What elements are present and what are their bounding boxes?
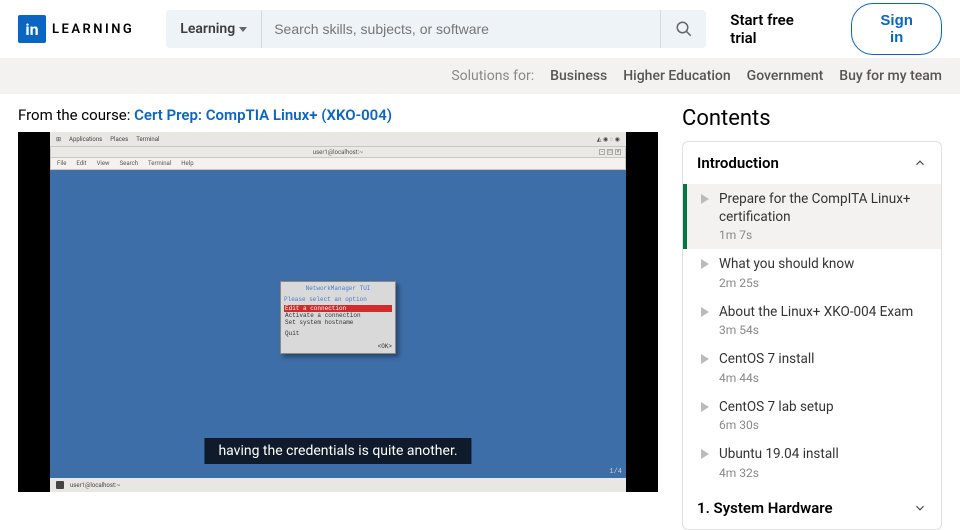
product-logo[interactable]: in LEARNING <box>18 15 134 43</box>
nmtui-ok: <OK> <box>284 343 392 350</box>
contents-heading: Contents <box>682 106 942 131</box>
lesson-item[interactable]: Prepare for the CompITA Linux+ certifica… <box>683 184 941 249</box>
term-menu-file: File <box>57 160 66 167</box>
play-icon <box>701 354 709 364</box>
logo-text: LEARNING <box>52 22 134 37</box>
nmtui-quit: Quit <box>284 330 392 337</box>
course-breadcrumb: From the course: Cert Prep: CompTIA Linu… <box>18 106 658 124</box>
taskbar-title: user1@localhost:~ <box>70 482 120 489</box>
lesson-title: Prepare for the CompITA Linux+ certifica… <box>719 191 927 226</box>
lesson-item[interactable]: About the Linux+ XKO-004 Exam3m 54s <box>683 297 941 345</box>
nmtui-prompt: Please select an option <box>284 296 392 303</box>
search-scope-dropdown[interactable]: Learning <box>166 10 262 48</box>
search-input[interactable] <box>262 10 660 48</box>
term-menu-search: Search <box>120 160 138 167</box>
section-title: Introduction <box>697 154 779 172</box>
lesson-title: CentOS 7 install <box>719 351 814 369</box>
play-icon <box>701 259 709 269</box>
subnav-business[interactable]: Business <box>550 68 607 84</box>
section-header-system-hardware[interactable]: 1. System Hardware <box>683 487 941 529</box>
lesson-title: CentOS 7 lab setup <box>719 399 834 417</box>
lesson-duration: 1m 7s <box>719 228 927 242</box>
subnav-buy-team[interactable]: Buy for my team <box>839 68 942 84</box>
linkedin-icon: in <box>18 15 46 43</box>
lesson-item[interactable]: Ubuntu 19.04 install 4m 32s <box>683 439 941 487</box>
lesson-duration: 2m 25s <box>719 276 854 290</box>
search-bar: Learning <box>166 10 706 48</box>
main-content: From the course: Cert Prep: CompTIA Linu… <box>0 94 960 530</box>
lesson-list: Prepare for the CompITA Linux+ certifica… <box>683 184 941 487</box>
lesson-item[interactable]: What you should know 2m 25s <box>683 249 941 297</box>
term-menu-view: View <box>97 160 110 167</box>
terminal-title: user1@localhost:~ <box>313 149 363 156</box>
nmtui-option-edit: Edit a connection <box>284 305 392 312</box>
lesson-duration: 4m 44s <box>719 371 814 385</box>
terminal-window: user1@localhost:~ −□× File Edit View Sea… <box>50 146 626 478</box>
contents-sidebar: Contents Introduction Prepare for the Co… <box>682 106 942 530</box>
desktop-menu-terminal: Terminal <box>136 136 159 143</box>
subnav-higher-education[interactable]: Higher Education <box>623 68 730 84</box>
nmtui-title: NetworkManager TUI <box>284 285 392 292</box>
lesson-title: About the Linux+ XKO-004 Exam <box>719 304 913 322</box>
terminal-menubar: File Edit View Search Terminal Help <box>50 158 626 170</box>
from-course-label: From the course: <box>18 106 134 124</box>
taskbar-terminal-icon <box>56 481 64 489</box>
nmtui-option-activate: Activate a connection <box>284 312 392 319</box>
lesson-duration: 3m 54s <box>719 323 913 337</box>
top-header: in LEARNING Learning Start free trial Si… <box>0 0 960 58</box>
nmtui-option-hostname: Set system hostname <box>284 319 392 326</box>
lesson-title: Ubuntu 19.04 install <box>719 446 839 464</box>
video-column: From the course: Cert Prep: CompTIA Linu… <box>18 106 658 530</box>
play-icon <box>701 402 709 412</box>
play-icon <box>701 449 709 459</box>
term-menu-terminal: Terminal <box>148 160 171 167</box>
search-scope-label: Learning <box>180 21 235 37</box>
subnav-government[interactable]: Government <box>747 68 824 84</box>
lesson-title: What you should know <box>719 256 854 274</box>
desktop-tray-icons: ◭ ◉ ◌ ◉ <box>597 136 620 143</box>
search-icon <box>675 20 693 38</box>
play-icon <box>701 307 709 317</box>
sign-in-button[interactable]: Sign in <box>851 3 942 55</box>
term-menu-edit: Edit <box>76 160 86 167</box>
lesson-duration: 4m 32s <box>719 466 839 480</box>
desktop-bottom-panel: user1@localhost:~ <box>50 478 626 492</box>
video-caption: having the credentials is quite another. <box>204 438 471 464</box>
slide-count: 1/4 <box>609 468 622 476</box>
section-title: 1. System Hardware <box>697 499 833 517</box>
lesson-item[interactable]: CentOS 7 lab setup6m 30s <box>683 392 941 440</box>
desktop-panel: ⊞ Applications Places Terminal ◭ ◉ ◌ ◉ <box>50 132 626 146</box>
contents-accordion: Introduction Prepare for the CompITA Lin… <box>682 141 942 530</box>
video-player[interactable]: ⊞ Applications Places Terminal ◭ ◉ ◌ ◉ u… <box>18 132 658 492</box>
chevron-down-icon <box>913 501 927 515</box>
start-trial-link[interactable]: Start free trial <box>730 11 821 47</box>
terminal-title-bar: user1@localhost:~ −□× <box>50 146 626 158</box>
chevron-down-icon <box>239 27 247 32</box>
section-header-introduction[interactable]: Introduction <box>683 142 941 184</box>
subnav-label: Solutions for: <box>451 68 534 84</box>
term-menu-help: Help <box>181 160 193 167</box>
lesson-duration: 6m 30s <box>719 418 834 432</box>
course-title-link[interactable]: Cert Prep: CompTIA Linux+ (XKO-004) <box>134 106 392 124</box>
nmtui-dialog: NetworkManager TUI Please select an opti… <box>280 281 396 354</box>
lesson-item[interactable]: CentOS 7 install 4m 44s <box>683 344 941 392</box>
desktop-menu-apps: Applications <box>69 136 102 143</box>
play-icon <box>701 194 709 204</box>
window-controls: −□× <box>599 149 621 155</box>
desktop-menu-places: Places <box>110 136 128 143</box>
solutions-subnav: Solutions for: Business Higher Education… <box>0 58 960 94</box>
search-button[interactable] <box>660 10 706 48</box>
chevron-up-icon <box>913 156 927 170</box>
